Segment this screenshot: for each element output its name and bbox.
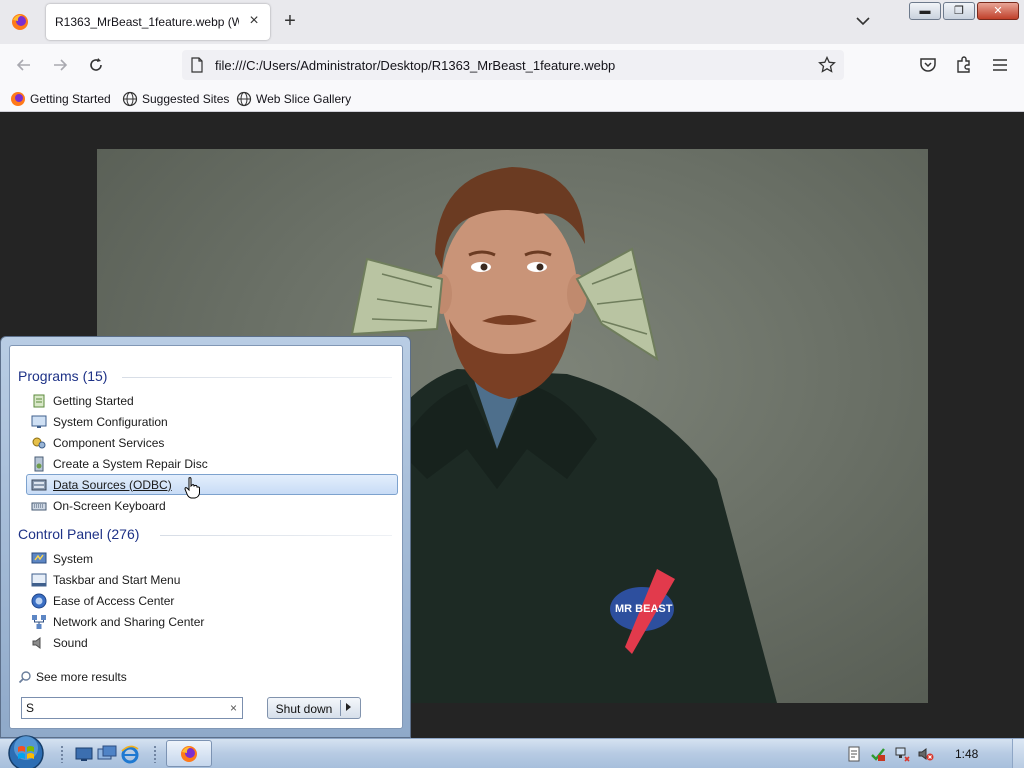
url-bar[interactable]: file:///C:/Users/Administrator/Desktop/R… [182,50,844,80]
program-label: On-Screen Keyboard [53,498,166,513]
taskbar: 1:48 [0,735,1024,768]
program-label: Component Services [53,435,165,450]
restore-button[interactable]: ❐ [943,2,975,20]
bookmark-label: Web Slice Gallery [256,92,352,106]
extensions-icon[interactable] [954,55,974,75]
navigation-bar: file:///C:/Users/Administrator/Desktop/R… [0,44,1024,86]
chevron-down-icon[interactable] [855,14,871,28]
program-label: System Configuration [53,414,168,429]
bookmark-label: Getting Started [30,92,111,106]
close-button[interactable]: ✕ [977,2,1019,20]
control-panel-label: Ease of Access Center [53,593,175,608]
control-panel-network-sharing[interactable]: Network and Sharing Center [26,611,398,632]
hand-cursor-icon [184,477,200,499]
bookmarks-toolbar: Getting Started Suggested Sites Web Slic… [0,86,1024,112]
active-tab[interactable]: R1363_MrBeast_1feature.webp (WEBP Image,… [46,4,270,40]
menu-icon[interactable] [990,55,1010,75]
switch-windows-icon[interactable] [96,743,118,765]
component-services-icon [32,437,46,448]
program-data-sources-odbc[interactable]: Data Sources (ODBC) [26,474,398,495]
ease-of-access-icon [31,593,47,608]
bookmark-getting-started[interactable]: Getting Started [10,90,111,108]
program-on-screen-keyboard[interactable]: On-Screen Keyboard [26,495,398,516]
network-icon [32,614,46,629]
internet-explorer-icon[interactable] [119,743,141,765]
taskbar-firefox-button[interactable] [166,740,212,767]
minimize-button[interactable]: ▬ [909,2,941,20]
taskbar-gripper[interactable] [60,745,64,763]
show-desktop-quicklaunch-icon[interactable] [73,743,95,765]
control-panel-header: Control Panel (276) [18,526,140,542]
divider [340,700,341,716]
hoodie-logo-text: MR BEAST [615,603,673,615]
reload-icon[interactable] [86,55,106,75]
tab-bar: R1363_MrBeast_1feature.webp (WEBP Image,… [0,0,1024,44]
bookmark-star-icon[interactable] [818,56,836,74]
back-icon[interactable] [14,55,34,75]
shutdown-button[interactable]: Shut down [267,697,361,719]
getting-started-icon [33,394,45,407]
control-panel-ease-of-access[interactable]: Ease of Access Center [26,590,398,611]
taskbar-gripper[interactable] [153,745,157,763]
tab-title: R1363_MrBeast_1feature.webp (WEBP Image,… [55,15,239,29]
taskbar-clock[interactable]: 1:48 [955,747,978,761]
control-panel-sound[interactable]: Sound [26,632,398,653]
control-panel-label: Network and Sharing Center [53,614,205,629]
data-sources-icon [31,479,47,490]
window-controls: ▬ ❐ ✕ [909,2,1019,22]
pocket-icon[interactable] [918,55,938,75]
taskbar-icon [31,573,47,586]
forward-icon[interactable] [50,55,70,75]
close-tab-icon[interactable]: × [246,13,262,29]
url-text: file:///C:/Users/Administrator/Desktop/R… [215,58,616,73]
divider [160,535,392,536]
start-search-input[interactable] [26,700,222,716]
firefox-icon [11,92,25,106]
see-more-results-link[interactable]: See more results [18,670,127,684]
firefox-icon[interactable] [10,12,30,32]
show-desktop-button[interactable] [1012,739,1024,768]
system-configuration-icon [31,415,47,428]
bookmark-web-slice-gallery[interactable]: Web Slice Gallery [236,90,351,108]
program-getting-started[interactable]: Getting Started [26,390,398,411]
globe-icon [236,91,252,107]
search-icon [18,671,31,684]
see-more-label: See more results [36,670,127,684]
shutdown-label: Shut down [275,702,333,716]
firefox-icon [181,746,197,762]
new-tab-icon[interactable]: + [280,11,300,31]
divider [122,377,392,378]
bookmark-label: Suggested Sites [142,92,230,106]
program-label: Data Sources (ODBC) [53,477,172,492]
start-menu-results-pane: Programs (15) Getting Started System Con… [9,345,403,729]
start-button-windows-icon[interactable] [6,733,46,768]
network-tray-icon[interactable] [894,746,910,762]
system-icon [31,552,47,563]
start-menu-bottom-bar: × Shut down [9,685,403,729]
program-component-services[interactable]: Component Services [26,432,398,453]
control-panel-taskbar-start-menu[interactable]: Taskbar and Start Menu [26,569,398,590]
program-label: Getting Started [53,393,134,408]
keyboard-icon [31,502,47,510]
bookmark-suggested-sites[interactable]: Suggested Sites [122,90,229,108]
control-panel-system[interactable]: System [26,548,398,569]
control-panel-label: Taskbar and Start Menu [53,572,181,587]
program-label: Create a System Repair Disc [53,456,208,471]
control-panel-label: System [53,551,94,566]
shutdown-options-arrow-icon[interactable] [346,703,351,711]
page-icon [191,57,203,73]
start-search-box[interactable]: × [21,697,243,719]
program-create-repair-disc[interactable]: Create a System Repair Disc [26,453,398,474]
globe-icon [122,91,138,107]
control-panel-label: Sound [53,635,88,650]
program-system-configuration[interactable]: System Configuration [26,411,398,432]
action-center-icon[interactable] [846,746,862,762]
start-menu: Programs (15) Getting Started System Con… [0,336,411,738]
repair-disc-icon [34,456,44,471]
programs-header: Programs (15) [18,368,108,384]
volume-muted-icon[interactable] [918,746,934,762]
security-center-icon[interactable] [870,746,886,762]
sound-icon [32,636,41,649]
clear-search-icon[interactable]: × [230,701,237,715]
